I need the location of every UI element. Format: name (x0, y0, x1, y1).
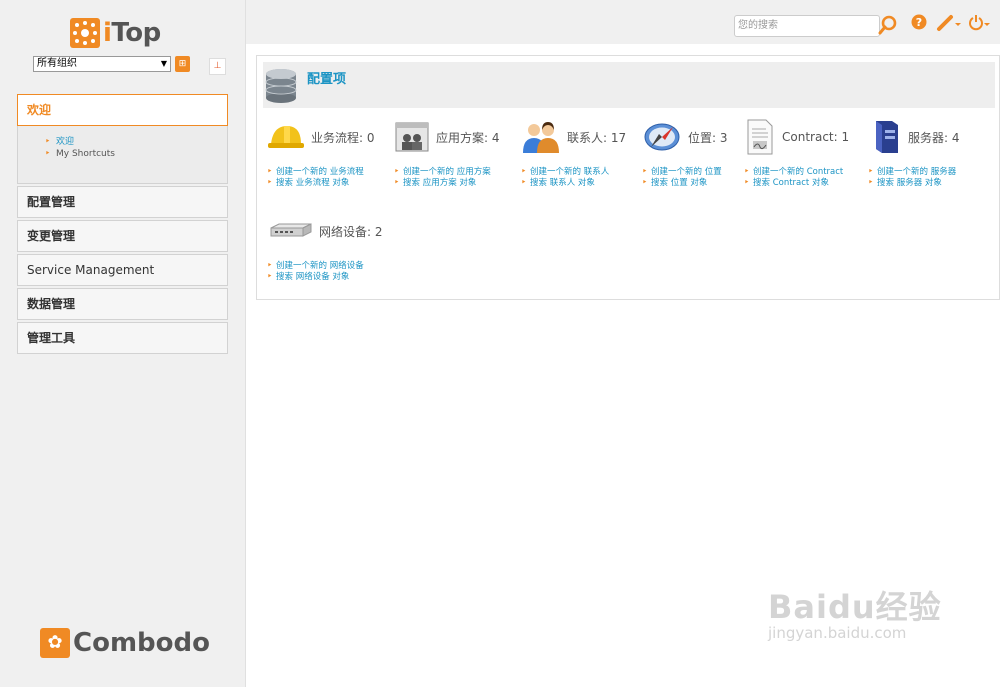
itop-logo-icon (70, 18, 100, 48)
menu-data-management[interactable]: 数据管理 (17, 288, 228, 320)
panel-header: 配置项 (263, 62, 995, 108)
compass-icon (644, 123, 680, 151)
chevron-down-icon: ▼ (160, 59, 167, 68)
org-hierarchy-button[interactable]: ⊞ (175, 56, 190, 72)
pin-icon[interactable]: ⊥ (209, 58, 226, 75)
create-link[interactable]: 创建一个新的 Contract (744, 167, 874, 178)
create-link[interactable]: 创建一个新的 服务器 (868, 167, 998, 178)
network-device-icon (270, 223, 312, 237)
server-icon (876, 121, 898, 153)
class-label: 位置: 3 (688, 130, 728, 145)
create-link[interactable]: 创建一个新的 业务流程 (267, 167, 397, 178)
menu-change-management[interactable]: 变更管理 (17, 220, 228, 252)
top-bar: 您的搜索 ? (246, 0, 1000, 44)
hard-hat-icon (268, 126, 304, 148)
left-pane: iTop 所有组织 ▼ ⊞ ⊥ 欢迎 欢迎 My Shortcuts 配置管理 … (0, 0, 246, 687)
contract-icon (747, 119, 773, 155)
combodo-logo[interactable]: ✿ Combodo (40, 628, 210, 658)
menu-item-my-shortcuts[interactable]: My Shortcuts (45, 148, 227, 160)
itop-logo-text: iTop (103, 18, 161, 48)
class-contact: 联系人: 17 创建一个新的 联系人 搜索 联系人 对象 (521, 117, 651, 189)
organization-select[interactable]: 所有组织 ▼ (33, 56, 171, 72)
class-label: 应用方案: 4 (436, 130, 500, 145)
org-filter: 所有组织 ▼ ⊞ (33, 56, 190, 72)
configuration-items-panel: 配置项 业务流程: 0 创建一个新的 业务流程 搜索 业务流程 对象 (256, 55, 1000, 300)
search-link[interactable]: 搜索 服务器 对象 (868, 178, 998, 189)
itop-logo[interactable]: iTop (70, 16, 161, 50)
pencil-icon[interactable] (936, 14, 962, 32)
search-link[interactable]: 搜索 联系人 对象 (521, 178, 651, 189)
menu-welcome[interactable]: 欢迎 (17, 94, 228, 126)
combodo-logo-icon: ✿ (40, 628, 70, 658)
class-label: Contract: 1 (782, 130, 850, 144)
class-label: 联系人: 17 (567, 130, 627, 145)
search-link[interactable]: 搜索 网络设备 对象 (267, 272, 397, 283)
global-search-input[interactable]: 您的搜索 (734, 15, 880, 37)
watermark-logo: Baidu经验 (768, 588, 942, 626)
search-link[interactable]: 搜索 应用方案 对象 (394, 178, 524, 189)
svg-text:?: ? (916, 16, 922, 29)
class-business-process: 业务流程: 0 创建一个新的 业务流程 搜索 业务流程 对象 (267, 117, 397, 189)
navigation-menu: 欢迎 欢迎 My Shortcuts 配置管理 变更管理 Service Man… (17, 94, 228, 356)
panel-title: 配置项 (307, 72, 347, 87)
menu-configuration-management[interactable]: 配置管理 (17, 186, 228, 218)
menu-service-management[interactable]: Service Management (17, 254, 228, 286)
create-link[interactable]: 创建一个新的 联系人 (521, 167, 651, 178)
power-icon[interactable] (968, 14, 992, 32)
create-link[interactable]: 创建一个新的 网络设备 (267, 261, 397, 272)
itop-app: iTop 所有组织 ▼ ⊞ ⊥ 欢迎 欢迎 My Shortcuts 配置管理 … (0, 0, 1000, 687)
organization-select-value: 所有组织 (37, 58, 77, 69)
watermark: Baidu经验 jingyan.baidu.com (768, 582, 942, 642)
class-label: 服务器: 4 (908, 130, 960, 145)
menu-item-welcome[interactable]: 欢迎 (45, 136, 227, 148)
class-application-solution: 应用方案: 4 创建一个新的 应用方案 搜索 应用方案 对象 (394, 117, 524, 189)
menu-welcome-items: 欢迎 My Shortcuts (17, 126, 228, 184)
combodo-logo-text: Combodo (73, 628, 210, 658)
class-network-device: 网络设备: 2 创建一个新的 网络设备 搜索 网络设备 对象 (267, 211, 397, 283)
search-icon[interactable] (877, 14, 899, 36)
database-icon (265, 69, 297, 103)
class-label: 网络设备: 2 (319, 224, 383, 239)
class-server: 服务器: 4 创建一个新的 服务器 搜索 服务器 对象 (868, 117, 998, 189)
application-solution-icon (395, 122, 429, 152)
search-link[interactable]: 搜索 Contract 对象 (744, 178, 874, 189)
contacts-icon (523, 122, 559, 153)
help-icon[interactable]: ? (911, 14, 927, 30)
menu-admin-tools[interactable]: 管理工具 (17, 322, 228, 354)
class-contract: Contract: 1 创建一个新的 Contract 搜索 Contract … (744, 117, 874, 189)
search-link[interactable]: 搜索 业务流程 对象 (267, 178, 397, 189)
class-label: 业务流程: 0 (311, 130, 375, 145)
create-link[interactable]: 创建一个新的 应用方案 (394, 167, 524, 178)
